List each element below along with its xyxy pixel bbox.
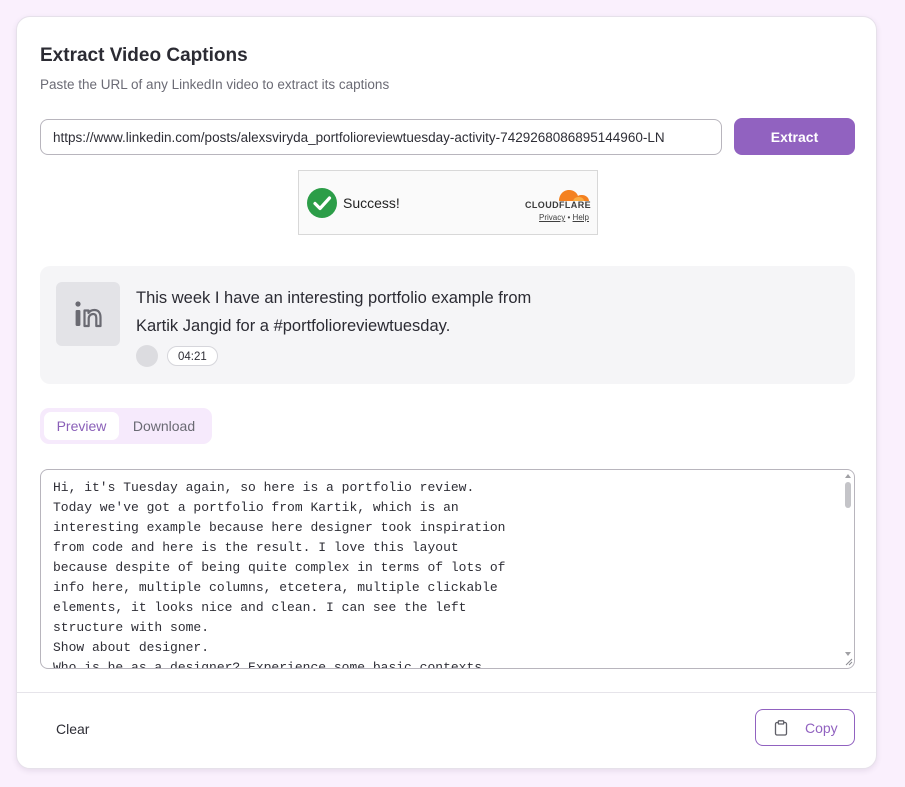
- view-tabs: Preview Download: [40, 408, 212, 444]
- captcha-status: Success!: [343, 195, 400, 211]
- video-url-input[interactable]: [40, 119, 722, 155]
- cloudflare-brand: CLOUDFLARE: [525, 200, 591, 210]
- caption-extractor-card: Extract Video Captions Paste the URL of …: [16, 16, 877, 769]
- video-thumbnail: [56, 282, 120, 346]
- tab-preview[interactable]: Preview: [44, 412, 119, 440]
- copy-button[interactable]: Copy: [755, 709, 855, 746]
- privacy-link[interactable]: Privacy: [539, 213, 565, 222]
- footer-divider: [17, 692, 876, 693]
- success-check-icon: [307, 188, 337, 218]
- captions-textarea[interactable]: Hi, it's Tuesday again, so here is a por…: [40, 469, 855, 669]
- page-title: Extract Video Captions: [40, 45, 248, 66]
- scroll-up-icon[interactable]: [845, 474, 851, 478]
- clipboard-icon: [774, 720, 788, 736]
- copy-button-label: Copy: [805, 720, 838, 736]
- clear-button[interactable]: Clear: [41, 716, 104, 742]
- cloudflare-captcha-widget: Success! CLOUDFLARE Privacy • Help: [298, 170, 598, 235]
- link-separator: •: [567, 213, 571, 222]
- avatar: [136, 345, 158, 367]
- video-info-card: This week I have an interesting portfoli…: [40, 266, 855, 384]
- captcha-links: Privacy • Help: [539, 213, 589, 222]
- resize-grip-icon[interactable]: [845, 658, 853, 666]
- tab-download[interactable]: Download: [124, 412, 204, 440]
- scroll-down-icon[interactable]: [845, 652, 851, 656]
- video-title: This week I have an interesting portfoli…: [136, 289, 532, 335]
- page-subtitle: Paste the URL of any LinkedIn video to e…: [40, 77, 390, 92]
- captions-scrollbar[interactable]: [843, 472, 853, 666]
- scroll-thumb[interactable]: [845, 482, 851, 508]
- help-link[interactable]: Help: [573, 213, 589, 222]
- linkedin-icon: [75, 301, 102, 328]
- duration-badge: 04:21: [167, 346, 218, 366]
- extract-button[interactable]: Extract: [734, 118, 855, 155]
